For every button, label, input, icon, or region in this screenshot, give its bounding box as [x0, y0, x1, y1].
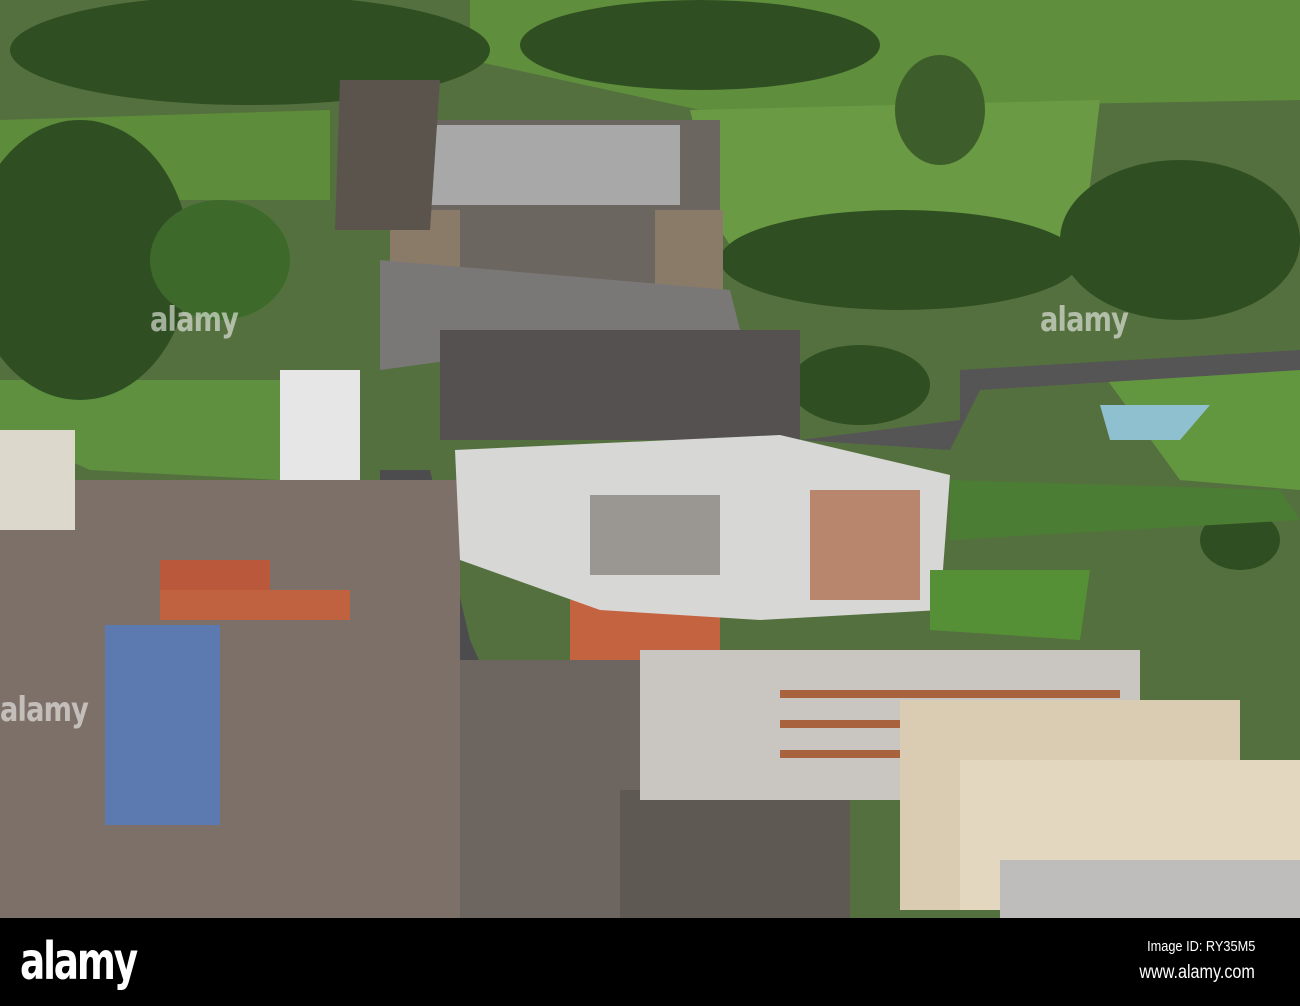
watermark: alamy	[1040, 300, 1129, 340]
alamy-logo: alamy	[20, 932, 138, 992]
stock-photo-frame: alamy alamy alamy alamy Image ID: RY35M5…	[0, 0, 1300, 1006]
aerial-scene	[0, 0, 1300, 918]
aerial-photo: alamy alamy alamy	[0, 0, 1300, 918]
abbey-ruins	[335, 80, 440, 230]
footer-bar: alamy Image ID: RY35M5 www.alamy.com	[0, 918, 1300, 1006]
watermark: alamy	[150, 300, 239, 340]
watermark: alamy	[0, 690, 89, 730]
image-id: Image ID: RY35M5	[1146, 938, 1255, 955]
website-link[interactable]: www.alamy.com	[1140, 962, 1255, 984]
scaffolded-building	[105, 625, 220, 825]
